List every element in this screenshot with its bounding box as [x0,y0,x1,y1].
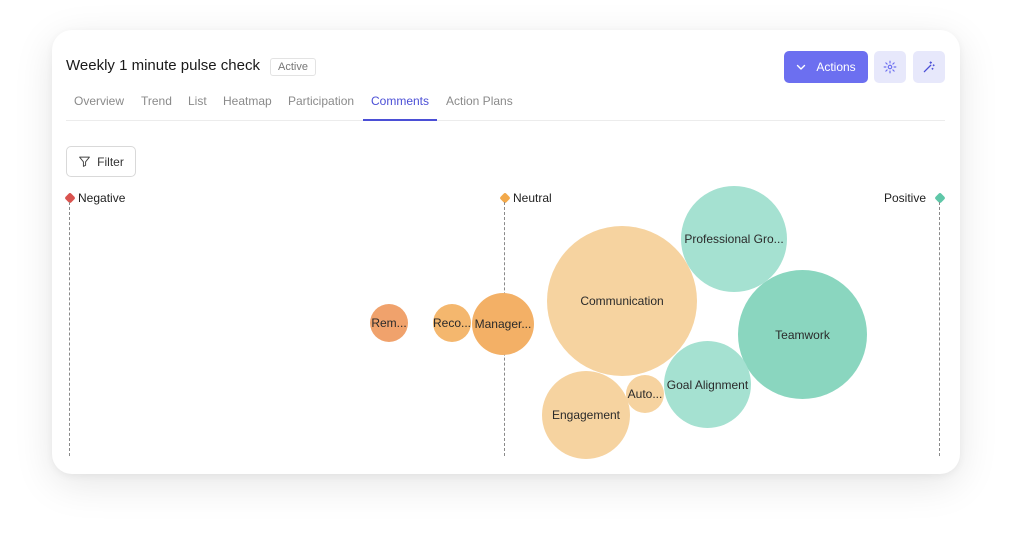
filter-label: Filter [97,154,124,169]
bubble-label: Goal Alignment [666,377,749,392]
positive-label: Positive [884,191,927,205]
tab-participation[interactable]: Participation [280,94,362,121]
actions-button[interactable]: Actions [784,51,868,83]
chevron-down-icon [797,64,806,70]
bubble-topic[interactable]: Professional Gro... [681,186,787,292]
filter-button[interactable]: Filter [66,146,136,177]
negative-label: Negative [78,191,126,205]
positive-marker [934,192,946,204]
bubble-topic[interactable]: Reco... [433,304,471,342]
survey-card: Weekly 1 minute pulse check Active Actio… [52,30,960,474]
tab-action-plans[interactable]: Action Plans [438,94,521,121]
bubble-label: Rem... [371,316,407,330]
bubble-topic[interactable]: Goal Alignment [664,341,751,428]
bubble-topic[interactable]: Auto... [626,375,664,413]
tab-overview[interactable]: Overview [66,94,132,121]
gear-icon [883,60,897,74]
bubble-label: Communication [580,294,664,308]
settings-button[interactable] [874,51,906,83]
ai-magic-button[interactable] [913,51,945,83]
magic-wand-icon [923,61,935,73]
tab-comments[interactable]: Comments [363,94,438,121]
bubble-topic[interactable]: Manager... [472,293,534,355]
bubble-topic[interactable]: Engagement [542,371,630,459]
tab-bar: Overview Trend List Heatmap Participatio… [66,94,945,121]
page-title: Weekly 1 minute pulse check [66,57,260,74]
bubble-label: Reco... [433,316,471,330]
bubble-label: Teamwork [775,327,830,342]
status-badge: Active [270,58,316,76]
tab-trend[interactable]: Trend [133,94,180,121]
bubble-label: Engagement [551,408,621,422]
bubble-label: Manager... [474,317,532,331]
negative-marker [64,192,76,204]
neutral-label: Neutral [513,191,552,205]
actions-label: Actions [816,60,856,74]
tab-list[interactable]: List [180,94,215,121]
bubble-topic[interactable]: Rem... [370,304,408,342]
bubble-label: Professional Gro... [684,232,784,246]
bubble-topic[interactable]: Teamwork [738,270,867,399]
neutral-marker [499,192,511,204]
tab-heatmap[interactable]: Heatmap [215,94,280,121]
negative-line [69,202,70,456]
positive-line [939,202,940,456]
bubble-topic[interactable]: Communication [547,226,697,376]
filter-icon [79,156,91,167]
bubble-label: Auto... [627,387,663,401]
